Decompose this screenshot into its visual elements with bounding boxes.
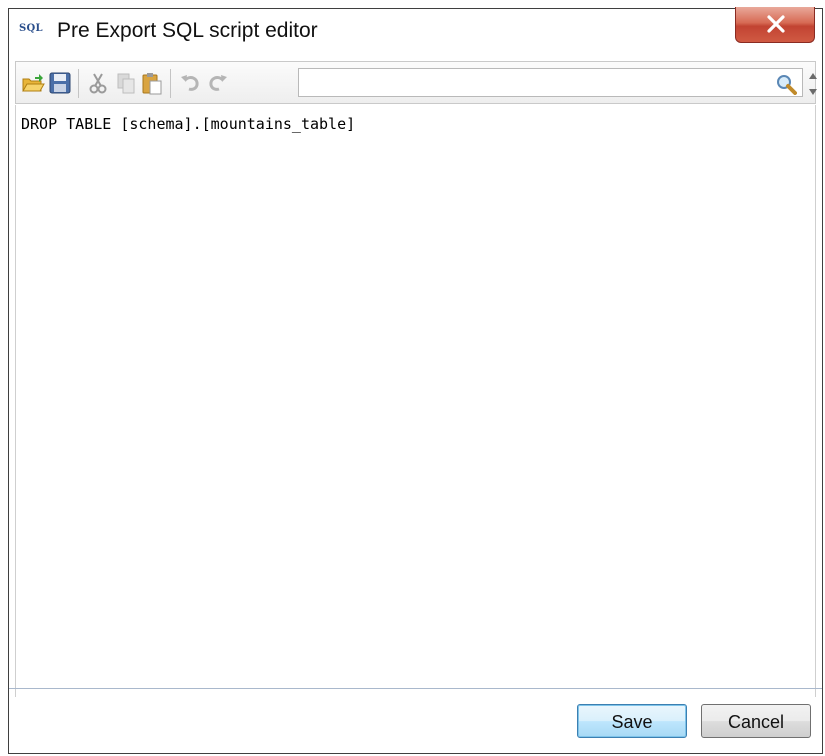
toolbar-separator [78, 69, 79, 98]
undo-button[interactable] [178, 71, 202, 95]
floppy-disk-icon [49, 72, 71, 94]
copy-icon [117, 73, 135, 94]
search-up-down-spinner[interactable] [808, 71, 818, 97]
cancel-button[interactable]: Cancel [701, 704, 811, 738]
paste-icon [142, 73, 162, 95]
close-button[interactable] [735, 7, 815, 43]
scissors-icon [89, 73, 107, 94]
toolbar-separator [170, 69, 171, 98]
undo-icon [181, 75, 199, 91]
open-folder-icon [22, 74, 45, 92]
redo-icon [209, 75, 227, 91]
code-line: DROP TABLE [schema].[mountains_table] [21, 115, 356, 133]
paste-button[interactable] [140, 71, 164, 95]
copy-button[interactable] [114, 71, 138, 95]
save-file-button[interactable] [48, 71, 72, 95]
dialog-window: SQL Pre Export SQL script editor DROP TA… [8, 7, 823, 754]
search-field[interactable] [298, 68, 803, 97]
sql-app-icon: SQL [19, 23, 43, 34]
title-bar[interactable]: SQL Pre Export SQL script editor [9, 7, 822, 55]
sql-editor[interactable]: DROP TABLE [schema].[mountains_table] [15, 105, 816, 697]
cut-button[interactable] [86, 71, 110, 95]
close-icon [767, 15, 785, 33]
window-title: Pre Export SQL script editor [57, 19, 318, 42]
footer-divider [9, 688, 822, 689]
search-icon[interactable] [775, 73, 797, 95]
open-file-button[interactable] [21, 71, 45, 95]
editor-toolbar [15, 61, 818, 104]
redo-button[interactable] [206, 71, 230, 95]
save-button[interactable]: Save [577, 704, 687, 738]
